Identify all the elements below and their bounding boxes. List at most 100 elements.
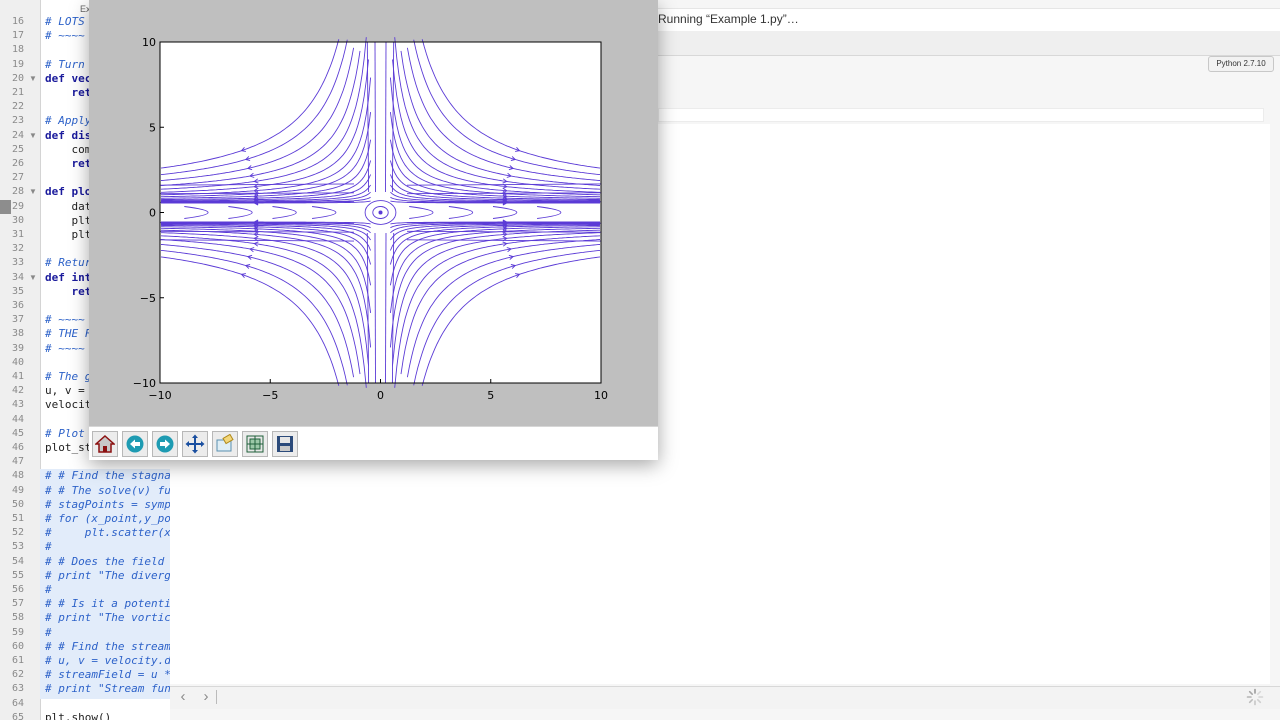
code-line[interactable]: def plo: [45, 185, 91, 199]
back-button[interactable]: [122, 431, 148, 457]
figure-window[interactable]: −10 −5 0 5 10 −10 −5 0 5 10: [89, 0, 658, 460]
code-line[interactable]: # ~~~~: [45, 342, 85, 356]
fold-toggle-icon[interactable]: ▼: [29, 185, 37, 199]
line-number: 25: [11, 143, 24, 155]
line-number: 52: [11, 527, 24, 539]
code-line[interactable]: # # The solve(v) fun: [45, 484, 170, 498]
line-number: 23: [11, 115, 24, 127]
code-line[interactable]: def int: [45, 271, 91, 285]
save-icon: [277, 436, 293, 452]
code-line[interactable]: plt: [45, 228, 91, 242]
line-number: 33: [11, 257, 24, 269]
code-line[interactable]: # ~~~~: [45, 29, 85, 43]
code-line[interactable]: # for (x_point,y_poi: [45, 512, 170, 526]
line-number: 53: [11, 541, 24, 553]
code-line[interactable]: ret: [45, 157, 91, 171]
code-line[interactable]: # print "The diverge: [45, 569, 170, 583]
code-line[interactable]: # Apply: [45, 114, 91, 128]
code-line[interactable]: com: [45, 143, 91, 157]
x-tick-label: −10: [148, 389, 171, 402]
zoom-icon: [216, 434, 234, 452]
code-line[interactable]: ret: [45, 285, 91, 299]
code-line[interactable]: # print "The vortici: [45, 611, 170, 625]
line-number: 56: [11, 584, 24, 595]
pan-button[interactable]: [182, 431, 208, 457]
line-number: 50: [11, 498, 24, 510]
code-line[interactable]: #: [45, 626, 52, 640]
code-line[interactable]: # u, v = velocity.do: [45, 654, 170, 668]
code-line[interactable]: plot_st: [45, 441, 91, 455]
line-number: 65: [11, 711, 24, 720]
code-line[interactable]: # THE F: [45, 327, 91, 341]
code-line[interactable]: # # Find the stream: [45, 640, 170, 654]
line-number: 41: [11, 371, 24, 382]
line-number: 38: [11, 328, 24, 340]
streamline: [159, 201, 355, 203]
line-number: 26: [11, 158, 24, 169]
figure-toolbar: [89, 426, 658, 460]
code-line[interactable]: plt: [45, 214, 91, 228]
line-number: 61: [11, 655, 24, 666]
line-number: 39: [11, 342, 24, 354]
code-line[interactable]: ret: [45, 86, 91, 100]
stream-plot[interactable]: −10 −5 0 5 10 −10 −5 0 5 10: [89, 0, 658, 426]
code-line[interactable]: dat: [45, 200, 91, 214]
forward-button[interactable]: [152, 431, 178, 457]
line-number: 47: [11, 456, 24, 468]
code-line[interactable]: # print "Stream func: [45, 682, 170, 696]
y-tick-label: 10: [142, 36, 156, 49]
figure-canvas[interactable]: −10 −5 0 5 10 −10 −5 0 5 10: [89, 0, 658, 426]
stagnation-point: [378, 210, 383, 215]
line-number: 22: [11, 101, 24, 113]
code-line[interactable]: # # Does the field s: [45, 555, 170, 569]
code-line[interactable]: def vec: [45, 72, 91, 86]
line-number: 19: [11, 58, 24, 70]
line-number: 57: [11, 598, 24, 610]
code-line[interactable]: # stagPoints = sympy: [45, 498, 170, 512]
code-line[interactable]: # # Find the stagnat: [45, 469, 170, 483]
code-line[interactable]: # LOTS: [45, 15, 85, 29]
x-tick-label: 5: [487, 389, 494, 402]
fold-toggle-icon[interactable]: ▼: [29, 271, 37, 285]
code-line[interactable]: # plt.scatter(x_: [45, 526, 170, 540]
history-back-button[interactable]: ‹: [174, 686, 192, 708]
code-line[interactable]: def dis: [45, 129, 91, 143]
fold-toggle-icon[interactable]: ▼: [29, 129, 37, 143]
code-line[interactable]: plt.show(): [45, 711, 111, 720]
bottom-divider: [216, 690, 217, 704]
streamline: [385, 41, 387, 193]
code-line[interactable]: # Turn: [45, 58, 85, 72]
line-number: 37: [11, 314, 24, 326]
code-line[interactable]: # The g: [45, 370, 91, 384]
code-line[interactable]: velocit: [45, 398, 91, 412]
save-button[interactable]: [272, 431, 298, 457]
code-line[interactable]: u, v =: [45, 384, 85, 398]
code-line[interactable]: # ~~~~: [45, 313, 85, 327]
line-number: 44: [11, 413, 24, 425]
console-input-field[interactable]: [658, 108, 1264, 122]
subplots-icon: [246, 435, 264, 453]
line-number: 16: [11, 16, 24, 27]
python-version-badge[interactable]: Python 2.7.10: [1208, 56, 1274, 72]
fold-toggle-icon[interactable]: ▼: [29, 72, 37, 86]
x-tick-label: 10: [594, 389, 608, 402]
home-button[interactable]: [92, 431, 118, 457]
code-line[interactable]: # # Is it a potentia: [45, 597, 170, 611]
code-line[interactable]: #: [45, 583, 52, 597]
zoom-button[interactable]: [212, 431, 238, 457]
history-forward-button[interactable]: ›: [197, 686, 215, 708]
y-tick-label: 0: [149, 207, 156, 220]
code-line[interactable]: # Retur: [45, 256, 91, 270]
line-number: 45: [11, 427, 24, 439]
code-line[interactable]: # Plot: [45, 427, 85, 441]
code-line[interactable]: # streamField = u *: [45, 668, 170, 682]
streamline: [385, 232, 387, 384]
bottom-bar: [170, 686, 1280, 709]
subplots-button[interactable]: [242, 431, 268, 457]
home-icon: [95, 434, 115, 453]
line-number: 35: [11, 285, 24, 297]
line-number: 21: [11, 87, 24, 98]
code-line[interactable]: #: [45, 540, 52, 554]
line-number: 34: [11, 271, 24, 283]
line-number: 24: [11, 129, 24, 141]
